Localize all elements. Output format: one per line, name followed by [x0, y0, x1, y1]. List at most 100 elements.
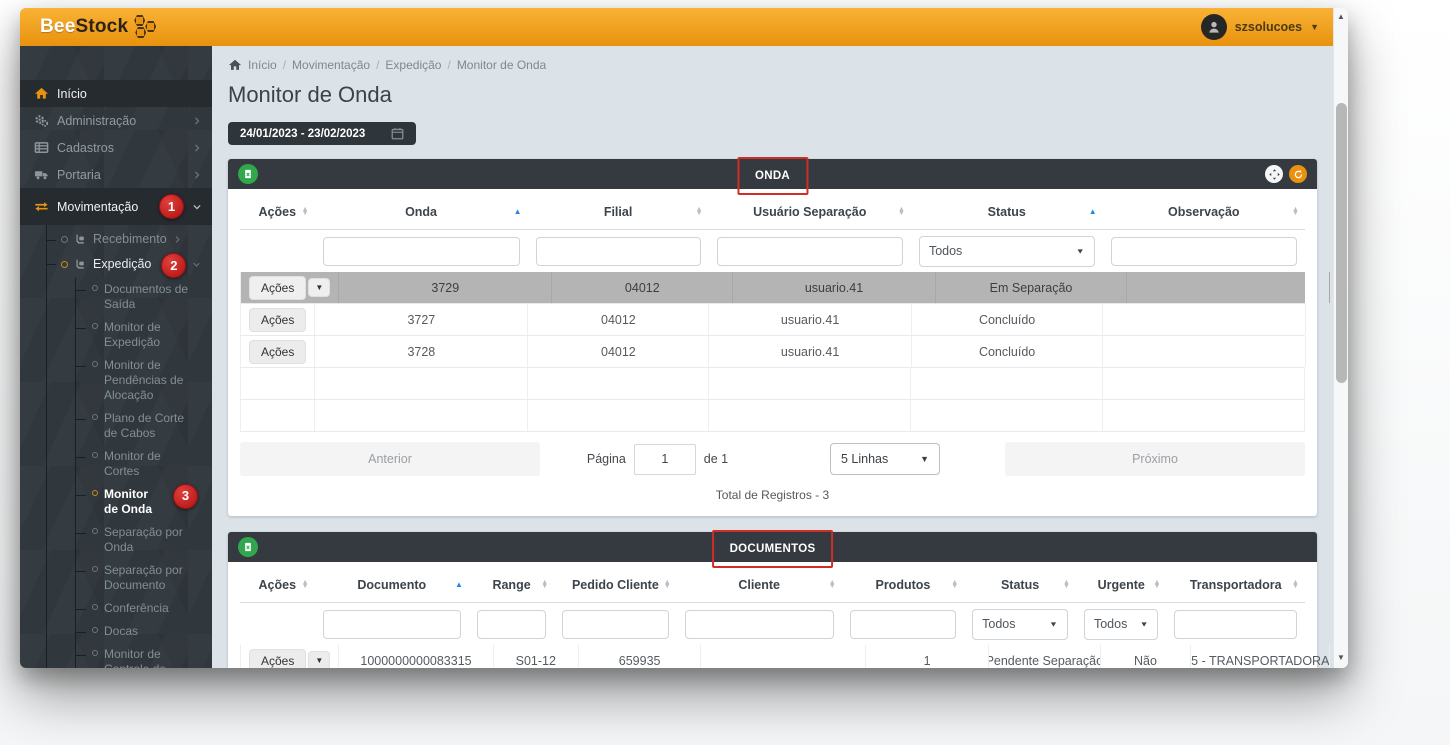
column-header-usuario-separacao[interactable]: Usuário Separação▲▼ — [709, 195, 911, 229]
column-header-acoes[interactable]: Ações▲▼ — [240, 568, 315, 602]
acoes-caret-button[interactable]: ▼ — [308, 278, 330, 297]
onda-title-callout: ONDA — [737, 157, 808, 195]
column-header-acoes[interactable]: Ações▲▼ — [240, 195, 315, 229]
beestock-logo[interactable]: BeeStock — [40, 14, 159, 40]
sort-icon: ▲▼ — [1292, 208, 1299, 216]
table-row[interactable]: Ações372804012usuario.41Concluído — [240, 336, 1305, 368]
column-header-cliente[interactable]: Cliente▲▼ — [677, 568, 842, 602]
acoes-button[interactable]: Ações — [249, 308, 306, 332]
filter-input-produtos[interactable] — [850, 610, 956, 639]
lines-per-page-select[interactable]: 5 Linhas▼ — [830, 443, 940, 475]
sidebar-item-movimentacao[interactable]: Movimentação1 — [20, 188, 212, 225]
acoes-button[interactable]: Ações — [249, 340, 306, 364]
sidebar-item-monitor-de-onda[interactable]: Monitor de Onda3 — [76, 483, 204, 521]
column-header-status[interactable]: Status▲ — [911, 195, 1103, 229]
vertical-scrollbar[interactable]: ▲ ▼ — [1333, 8, 1348, 668]
sidebar-item-expedicao[interactable]: Expedição2Documentos de SaídaMonitor de … — [47, 251, 212, 668]
acoes-caret-button[interactable]: ▼ — [308, 651, 330, 668]
filter-input-usuário-separação[interactable] — [717, 237, 903, 266]
sidebar-item-portaria[interactable]: Portaria — [20, 161, 212, 188]
column-header-produtos[interactable]: Produtos▲▼ — [842, 568, 964, 602]
sidebar-item-monitor-de-pendencias-de-alocacao[interactable]: Monitor de Pendências de Alocação — [76, 354, 204, 407]
export-excel-icon[interactable] — [238, 164, 258, 184]
filter-input-documento[interactable] — [323, 610, 461, 639]
scrollbar-thumb[interactable] — [1336, 103, 1347, 383]
filter-select-status[interactable]: Todos▼ — [972, 609, 1068, 640]
cell-usuário-separação: usuario.41 — [709, 304, 911, 335]
sidebar-item-documentos-de-saida[interactable]: Documentos de Saída — [76, 278, 204, 316]
breadcrumb-item[interactable]: Expedição — [385, 58, 441, 72]
cell-filial: 04012 — [528, 304, 709, 335]
username-label: szsolucoes — [1235, 20, 1302, 34]
table-row[interactable]: Ações 372704012usuario.41Concluído — [240, 304, 1305, 336]
user-caret-icon: ▼ — [1310, 22, 1319, 32]
acoes-button[interactable]: Ações — [249, 276, 306, 300]
filter-input-transportadora[interactable] — [1174, 610, 1296, 639]
user-menu[interactable]: szsolucoes ▼ — [1201, 14, 1319, 40]
breadcrumb-item: Monitor de Onda — [457, 58, 546, 72]
hand-truck-icon — [74, 258, 87, 271]
table-row[interactable]: Ações▼372904012usuario.41Em Separação — [240, 272, 1305, 304]
filter-select-status[interactable]: Todos▼ — [919, 236, 1095, 267]
sidebar-item-cadastros[interactable]: Cadastros — [20, 134, 212, 161]
column-header-filial[interactable]: Filial▲▼ — [528, 195, 709, 229]
scroll-up-icon[interactable]: ▲ — [1337, 8, 1345, 25]
truck-icon — [34, 167, 49, 182]
sidebar-item-monitor-de-controle-de-docas[interactable]: Monitor de Controle de Docas — [76, 643, 204, 668]
breadcrumb-item[interactable]: Movimentação — [292, 58, 370, 72]
documentos-panel-title: DOCUMENTOS — [730, 543, 816, 555]
acoes-button[interactable]: Ações — [249, 649, 306, 669]
filter-select-urgente[interactable]: Todos▼ — [1084, 609, 1159, 640]
breadcrumb: Início/Movimentação/Expedição/Monitor de… — [228, 58, 1317, 72]
filter-input-filial[interactable] — [536, 237, 701, 266]
sidebar-item-separacao-por-documento[interactable]: Separação por Documento — [76, 559, 204, 597]
next-page-button[interactable]: Próximo — [1005, 442, 1305, 476]
sidebar-item-plano-de-corte-de-cabos[interactable]: Plano de Corte de Cabos — [76, 407, 204, 445]
column-header-documento[interactable]: Documento▲ — [315, 568, 469, 602]
filter-input-range[interactable] — [477, 610, 546, 639]
sidebar-item-monitor-de-expedicao[interactable]: Monitor de Expedição — [76, 316, 204, 354]
sort-asc-icon: ▲ — [455, 583, 463, 587]
bullet-icon — [92, 285, 98, 291]
date-range-picker[interactable]: 24/01/2023 - 23/02/2023 — [228, 122, 416, 145]
column-header-transportadora[interactable]: Transportadora▲▼ — [1166, 568, 1304, 602]
export-excel-icon[interactable] — [238, 537, 258, 557]
annotation-step-badge: 3 — [173, 484, 198, 509]
column-header-onda[interactable]: Onda▲ — [315, 195, 528, 229]
chevron-down-icon: ▼ — [1076, 247, 1085, 255]
move-panel-icon[interactable] — [1265, 165, 1283, 183]
column-header-urgente[interactable]: Urgente▲▼ — [1076, 568, 1167, 602]
sidebar-item-recebimento[interactable]: Recebimento — [47, 227, 212, 251]
sidebar-item-monitor-de-cortes[interactable]: Monitor de Cortes — [76, 445, 204, 483]
filter-input-observação[interactable] — [1111, 237, 1297, 266]
filter-input-pedido-cliente[interactable] — [562, 610, 668, 639]
filter-input-onda[interactable] — [323, 237, 520, 266]
column-header-status[interactable]: Status▲▼ — [964, 568, 1076, 602]
cell-status: Pendente Separação — [989, 645, 1101, 668]
cell-documento: 1000000000083315 — [339, 645, 493, 668]
cell-status: Concluído — [912, 304, 1104, 335]
refresh-icon[interactable] — [1289, 165, 1307, 183]
breadcrumb-item[interactable]: Início — [248, 58, 277, 72]
column-header-range[interactable]: Range▲▼ — [469, 568, 554, 602]
home-icon — [34, 86, 49, 101]
column-header-pedido-cliente[interactable]: Pedido Cliente▲▼ — [554, 568, 676, 602]
gears-icon — [34, 113, 49, 128]
cell-cliente — [701, 645, 866, 668]
app-window: BeeStock szsolucoes ▼ InícioAdministraçã… — [20, 8, 1348, 668]
filter-input-cliente[interactable] — [685, 610, 834, 639]
column-header-observacao[interactable]: Observação▲▼ — [1103, 195, 1305, 229]
scroll-down-icon[interactable]: ▼ — [1337, 649, 1345, 666]
onda-panel-header: ONDA — [228, 159, 1317, 189]
sidebar-item-separacao-por-onda[interactable]: Separação por Onda — [76, 521, 204, 559]
sidebar-item-administracao[interactable]: Administração — [20, 107, 212, 134]
sidebar-item-docas[interactable]: Docas — [76, 620, 204, 643]
bullet-icon — [92, 528, 98, 534]
cell-onda: 3727 — [315, 304, 528, 335]
table-row[interactable]: Ações▼1000000000083315S01-126599351Pende… — [240, 645, 1305, 668]
page-number-input[interactable] — [634, 444, 696, 475]
sidebar-item-inicio[interactable]: Início — [20, 80, 212, 107]
previous-page-button[interactable]: Anterior — [240, 442, 540, 476]
calendar-icon — [391, 127, 404, 140]
sidebar-item-conferencia[interactable]: Conferência — [76, 597, 204, 620]
